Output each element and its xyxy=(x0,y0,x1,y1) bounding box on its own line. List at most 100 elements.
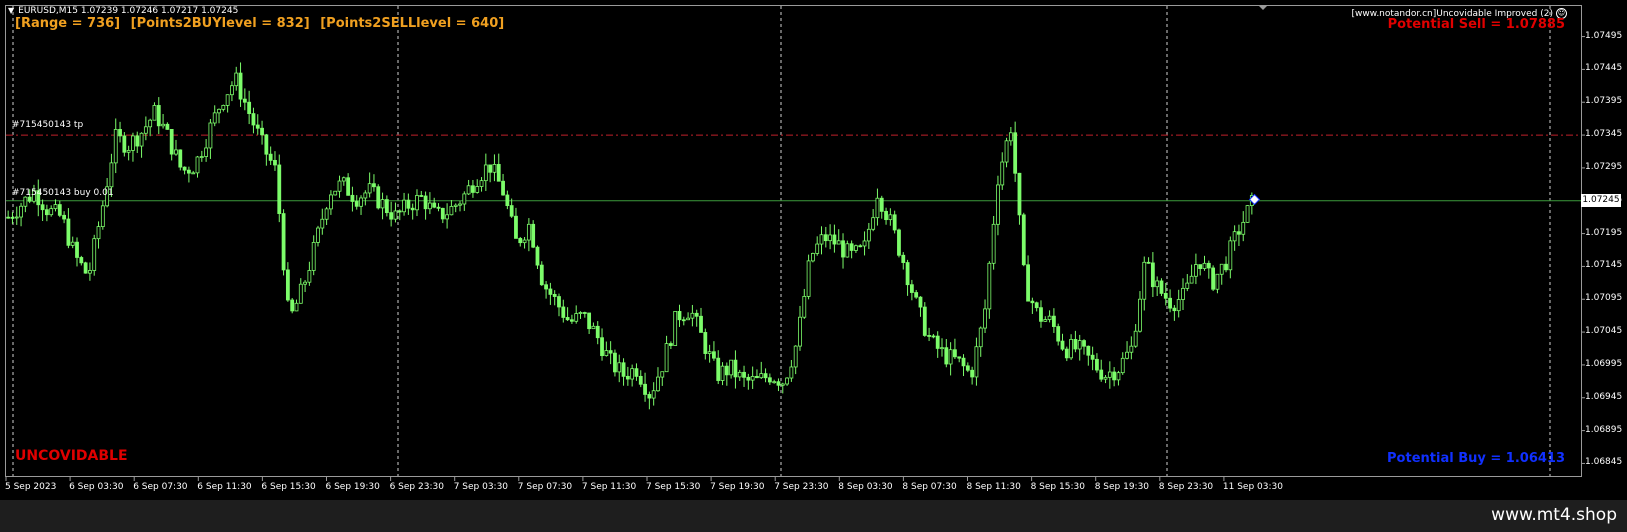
candle-body xyxy=(763,373,768,379)
x-tick-label: 7 Sep 03:30 xyxy=(453,482,509,492)
candle-body xyxy=(23,196,28,207)
candle-body xyxy=(776,381,781,386)
candle-body xyxy=(1051,315,1056,327)
candle-body xyxy=(819,234,824,245)
candle-body xyxy=(828,234,833,242)
candle-body xyxy=(1232,231,1237,242)
candle-body xyxy=(565,317,570,321)
stats-line: [Range = 736] [Points2BUYlevel = 832] [P… xyxy=(15,16,510,31)
candle-body xyxy=(578,312,583,314)
y-tick-label: 1.06995 xyxy=(1585,358,1623,369)
candle-body xyxy=(294,302,299,312)
candle-body xyxy=(849,243,854,251)
candle-body xyxy=(139,132,144,147)
dropdown-arrow-icon[interactable]: ▼ xyxy=(8,6,14,15)
candle-body xyxy=(445,214,450,220)
scroll-marker-icon[interactable] xyxy=(1258,5,1268,10)
candle-body xyxy=(367,183,372,194)
candle-body xyxy=(488,164,493,173)
candle-body xyxy=(595,325,600,339)
candle-body xyxy=(673,311,678,346)
candle-body xyxy=(927,335,931,337)
candle-body xyxy=(918,296,923,308)
candle-body xyxy=(1198,264,1203,269)
candle-body xyxy=(974,346,979,378)
candle-body xyxy=(733,359,738,378)
candle-body xyxy=(57,204,62,216)
candle-body xyxy=(268,153,273,161)
candle-body xyxy=(514,215,518,239)
candle-body xyxy=(690,312,695,319)
order-line-label[interactable]: #715450143 buy 0.01 xyxy=(12,188,114,198)
candle-body xyxy=(440,207,445,220)
price-chart[interactable] xyxy=(0,0,1627,500)
vertical-grid xyxy=(12,6,1551,476)
candle-body xyxy=(1069,339,1074,359)
candle-body xyxy=(96,226,101,240)
candle-body xyxy=(729,359,734,376)
candle-body xyxy=(1159,280,1164,294)
candle-body xyxy=(1056,326,1061,342)
candle-body xyxy=(664,343,669,373)
candle-body xyxy=(643,383,647,395)
potential-sell-label: Potential Sell = 1.07885 xyxy=(1387,17,1565,32)
candle-body xyxy=(647,394,652,399)
candle-body xyxy=(1064,348,1069,359)
y-tick-label: 1.07295 xyxy=(1585,161,1623,172)
candle-body xyxy=(892,214,897,231)
candle-body xyxy=(526,223,531,241)
candle-body xyxy=(346,177,351,196)
candle-body xyxy=(712,351,716,359)
candle-body xyxy=(681,319,686,322)
candle-body xyxy=(427,202,432,210)
candle-body xyxy=(70,241,75,246)
x-tick-label: 6 Sep 07:30 xyxy=(133,482,188,492)
candle-body xyxy=(126,150,131,153)
candle-body xyxy=(755,376,759,379)
candle-body xyxy=(535,246,540,266)
candle-body xyxy=(1125,351,1129,359)
candle-body xyxy=(862,240,867,247)
watermark-text: www.mt4.shop xyxy=(1491,505,1617,525)
candle-body xyxy=(436,206,441,209)
candle-body xyxy=(402,199,406,213)
candle-body xyxy=(118,129,122,137)
candle-body xyxy=(1215,273,1220,290)
candle-body xyxy=(965,365,970,371)
candle-body xyxy=(742,371,746,378)
candle-body xyxy=(1129,345,1134,353)
candle-body xyxy=(759,373,764,379)
candle-body xyxy=(1120,357,1125,374)
candle-body xyxy=(152,105,157,121)
candle-body xyxy=(1219,263,1224,275)
candle-body xyxy=(393,210,398,220)
candle-body xyxy=(871,217,876,230)
candle-body xyxy=(324,208,329,220)
candle-body xyxy=(905,262,910,286)
candle-body xyxy=(699,315,703,333)
candle-body xyxy=(750,376,755,381)
candle-body xyxy=(518,238,523,244)
candle-body xyxy=(501,180,505,196)
tp-line-label[interactable]: #715450143 tp xyxy=(12,120,83,130)
candle-body xyxy=(854,245,858,251)
candle-body xyxy=(380,199,385,209)
candle-body xyxy=(333,190,338,196)
candle-body xyxy=(552,293,557,297)
chart-window[interactable]: ▼ EURUSD,M15 1.07239 1.07246 1.07217 1.07… xyxy=(0,0,1627,500)
candle-body xyxy=(600,337,604,357)
candle-body xyxy=(996,184,1000,225)
candle-body xyxy=(208,122,213,149)
candle-body xyxy=(845,243,850,258)
candle-body xyxy=(953,349,957,358)
candle-body xyxy=(1000,161,1005,186)
x-tick-label: 11 Sep 03:30 xyxy=(1222,482,1283,492)
points-buy-value: [Points2BUYlevel = 832] xyxy=(130,16,310,31)
candle-body xyxy=(1206,262,1211,269)
candle-body xyxy=(970,369,975,378)
candle-body xyxy=(935,335,940,349)
candle-body xyxy=(720,365,725,381)
candle-body xyxy=(212,112,217,124)
candle-body xyxy=(195,156,200,174)
candle-body xyxy=(737,371,742,378)
